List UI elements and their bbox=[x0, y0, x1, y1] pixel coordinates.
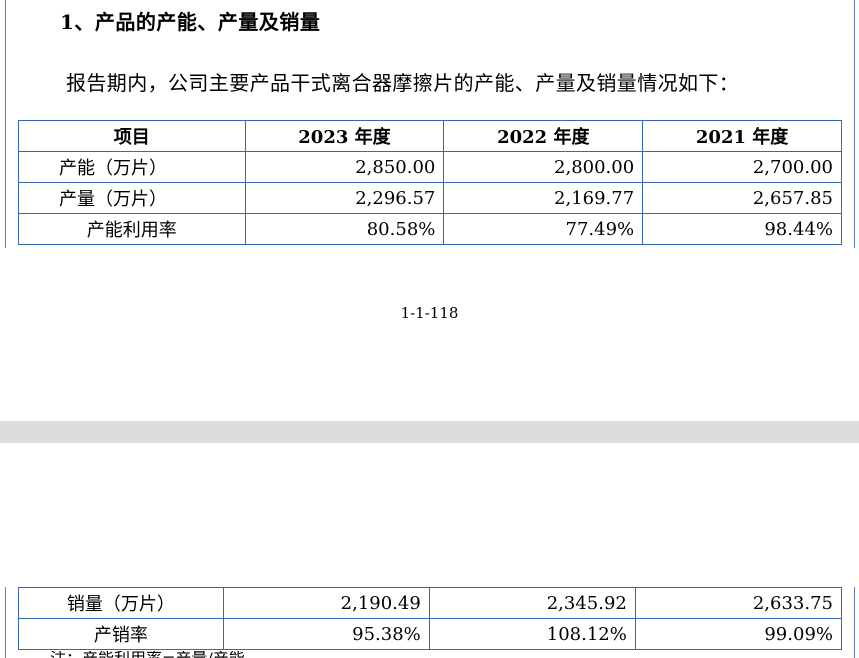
row-label: 销量（万片） bbox=[18, 587, 224, 619]
page-border-right bbox=[854, 587, 855, 658]
page-border-left bbox=[5, 0, 6, 248]
table-cell: 98.44% bbox=[642, 213, 842, 245]
table-cell: 108.12% bbox=[428, 618, 636, 650]
capacity-table: 项目 2023 年度 2022 年度 2021 年度 产能（万片） 2,850.… bbox=[18, 120, 842, 245]
table-cell: 2,700.00 bbox=[642, 151, 842, 183]
sales-table: 销量（万片） 2,190.49 2,345.92 2,633.75 产销率 95… bbox=[18, 587, 843, 650]
row-label: 产能利用率 bbox=[18, 213, 246, 245]
row-label: 产量（万片） bbox=[18, 182, 246, 214]
table-header-row: 项目 2023 年度 2022 年度 2021 年度 bbox=[18, 120, 842, 152]
table-row: 产能利用率 80.58% 77.49% 98.44% bbox=[18, 213, 842, 245]
page-border-right bbox=[854, 0, 855, 248]
table-cell: 2,296.57 bbox=[244, 182, 445, 214]
page-separator bbox=[0, 421, 859, 443]
table-cell: 2,657.85 bbox=[642, 182, 842, 214]
header-cell-2023: 2023 年度 bbox=[244, 120, 445, 152]
table-row: 产量（万片） 2,296.57 2,169.77 2,657.85 bbox=[18, 182, 842, 214]
header-cell-2022: 2022 年度 bbox=[443, 120, 644, 152]
row-label: 产能（万片） bbox=[18, 151, 246, 183]
intro-paragraph: 报告期内，公司主要产品干式离合器摩擦片的产能、产量及销量情况如下： bbox=[66, 71, 740, 95]
page-border-left bbox=[5, 587, 6, 658]
table-cell: 99.09% bbox=[634, 618, 843, 650]
table-cell: 80.58% bbox=[244, 213, 445, 245]
table-cell: 2,850.00 bbox=[244, 151, 445, 183]
page-number: 1-1-118 bbox=[400, 304, 459, 322]
table-cell: 95.38% bbox=[222, 618, 430, 650]
table-cell: 77.49% bbox=[443, 213, 644, 245]
table-footnote: 注：产能利用率=产量/产能 bbox=[50, 651, 245, 658]
table-cell: 2,345.92 bbox=[428, 587, 636, 619]
document-page-upper: 1、产品的产能、产量及销量 报告期内，公司主要产品干式离合器摩擦片的产能、产量及… bbox=[0, 0, 859, 421]
table-row: 销量（万片） 2,190.49 2,345.92 2,633.75 bbox=[18, 587, 843, 619]
table-cell: 2,190.49 bbox=[222, 587, 430, 619]
table-cell: 2,633.75 bbox=[634, 587, 843, 619]
header-cell-item: 项目 bbox=[18, 120, 246, 152]
table-row: 产能（万片） 2,850.00 2,800.00 2,700.00 bbox=[18, 151, 842, 183]
table-cell: 2,169.77 bbox=[443, 182, 644, 214]
row-label: 产销率 bbox=[18, 618, 224, 650]
section-heading: 1、产品的产能、产量及销量 bbox=[60, 10, 321, 34]
table-cell: 2,800.00 bbox=[443, 151, 644, 183]
header-cell-2021: 2021 年度 bbox=[642, 120, 842, 152]
table-row: 产销率 95.38% 108.12% 99.09% bbox=[18, 618, 843, 650]
